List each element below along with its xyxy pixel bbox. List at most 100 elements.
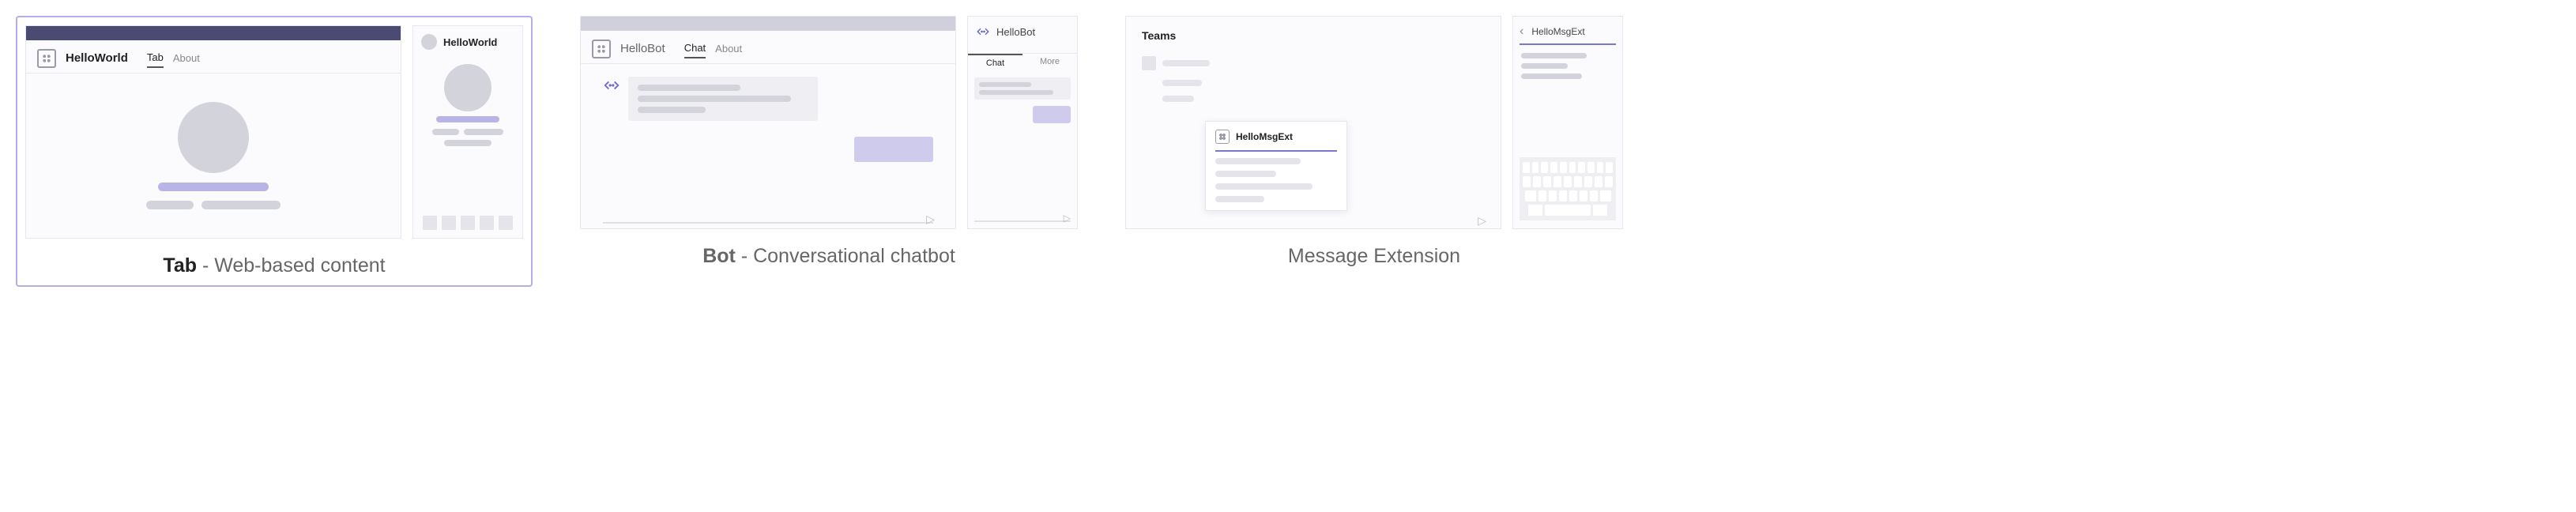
flyout-search-input[interactable] (1215, 150, 1337, 152)
content-bar (201, 201, 281, 209)
chat-input[interactable]: ▷ (603, 222, 933, 224)
back-icon[interactable]: ‹ (1520, 24, 1523, 39)
msgext-flyout: HelloMsgExt (1205, 121, 1347, 211)
key[interactable] (1538, 190, 1546, 201)
section-tab: HelloWorld Tab About HelloWorld (16, 16, 533, 287)
app-title: HelloBot (996, 26, 1035, 38)
message-bubble-out (1033, 106, 1071, 123)
tab-chat[interactable]: Chat (684, 39, 706, 58)
app-title: HelloWorld (66, 51, 128, 65)
app-title: HelloBot (620, 42, 665, 55)
text-line (1162, 60, 1210, 66)
msgext-body: Teams (1126, 17, 1501, 224)
chat-input[interactable]: ▷ (974, 220, 1071, 222)
key[interactable] (1605, 176, 1613, 187)
text-line (638, 96, 791, 102)
bot-mobile-panel: HelloBot Chat More ▷ (967, 16, 1078, 229)
result-line[interactable] (1215, 196, 1264, 202)
app-icon (37, 49, 56, 68)
caption-tab: Tab - Web-based content (163, 254, 385, 277)
result-line[interactable] (1215, 183, 1312, 190)
sidebar-header: Teams (1142, 29, 1237, 42)
send-icon[interactable]: ▷ (1478, 214, 1486, 228)
nav-item[interactable] (442, 216, 456, 230)
nav-item[interactable] (480, 216, 494, 230)
caption-strong: Tab (163, 254, 197, 277)
key[interactable] (1595, 176, 1602, 187)
tab-tab[interactable]: Tab (147, 48, 164, 68)
key[interactable] (1569, 162, 1576, 173)
result-line[interactable] (1215, 171, 1276, 177)
key[interactable] (1533, 176, 1541, 187)
key[interactable] (1578, 162, 1585, 173)
key[interactable] (1550, 162, 1557, 173)
key[interactable] (1600, 190, 1611, 201)
key[interactable] (1593, 205, 1607, 216)
message-bubble-in (628, 77, 818, 121)
key[interactable] (1528, 205, 1542, 216)
key[interactable] (1525, 190, 1536, 201)
key[interactable] (1532, 162, 1539, 173)
tab-more[interactable]: More (1022, 54, 1077, 71)
app-icon (1215, 130, 1230, 144)
search-input[interactable] (1520, 43, 1616, 45)
text-line (979, 90, 1053, 95)
caption-msgext: Message Extension (1288, 245, 1460, 268)
message-bubble-out (854, 137, 933, 162)
bot-mobile-tabs: Chat More (968, 53, 1077, 71)
key[interactable] (1541, 162, 1548, 173)
caption-strong: Bot (702, 245, 736, 267)
key[interactable] (1554, 176, 1561, 187)
key[interactable] (1587, 162, 1595, 173)
text-line (1162, 80, 1202, 86)
message-bubble-in (974, 77, 1071, 100)
key[interactable] (1584, 176, 1592, 187)
key-space[interactable] (1545, 205, 1591, 216)
key[interactable] (1564, 176, 1572, 187)
mobile-bottom-nav (423, 216, 513, 230)
send-icon[interactable]: ▷ (926, 213, 935, 226)
avatar-placeholder (178, 102, 249, 173)
bot-mobile-header: HelloBot (968, 17, 1077, 43)
key[interactable] (1590, 190, 1598, 201)
text-line (1162, 96, 1194, 102)
result-line[interactable] (1521, 63, 1568, 69)
result-line[interactable] (1521, 53, 1587, 58)
bot-code-icon (976, 24, 990, 39)
result-line[interactable] (1521, 73, 1582, 79)
sidebar-item[interactable] (1142, 56, 1237, 70)
text-line (638, 107, 706, 113)
nav-item[interactable] (499, 216, 513, 230)
text-line (979, 82, 1031, 87)
key[interactable] (1559, 190, 1567, 201)
sidebar-item[interactable] (1142, 80, 1237, 86)
key[interactable] (1597, 162, 1604, 173)
key[interactable] (1523, 162, 1530, 173)
msgext-desktop-panel: Teams (1125, 16, 1501, 229)
key[interactable] (1549, 190, 1557, 201)
teams-sidebar: Teams (1142, 29, 1237, 102)
caption-rest: - Web-based content (197, 254, 386, 277)
tab-chat[interactable]: Chat (968, 54, 1022, 71)
key[interactable] (1569, 190, 1577, 201)
key[interactable] (1523, 176, 1531, 187)
result-line[interactable] (1215, 158, 1301, 164)
on-screen-keyboard[interactable] (1520, 157, 1616, 220)
key[interactable] (1580, 190, 1587, 201)
key[interactable] (1574, 176, 1582, 187)
key[interactable] (1606, 162, 1613, 173)
key[interactable] (1543, 176, 1551, 187)
avatar-icon (421, 34, 437, 50)
avatar-placeholder (444, 64, 491, 111)
send-icon[interactable]: ▷ (1064, 213, 1071, 224)
nav-item[interactable] (461, 216, 475, 230)
section-bot: HelloBot Chat About (580, 16, 1078, 268)
tab-about[interactable]: About (173, 49, 200, 67)
tab-desktop-header: HelloWorld Tab About (26, 40, 401, 73)
nav-item[interactable] (423, 216, 437, 230)
content-bar (146, 201, 194, 209)
key[interactable] (1560, 162, 1567, 173)
window-titlebar (26, 26, 401, 40)
tab-about[interactable]: About (715, 40, 742, 58)
sidebar-item[interactable] (1142, 96, 1237, 102)
